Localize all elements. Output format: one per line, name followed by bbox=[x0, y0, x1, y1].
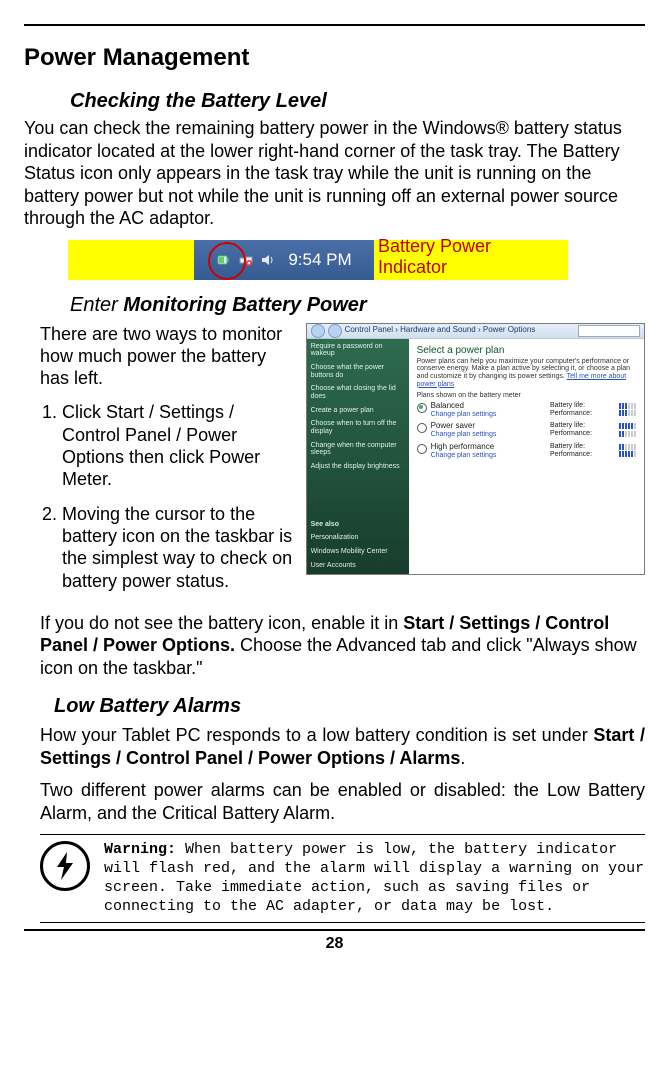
power-options-screenshot: Control Panel › Hardware and Sound › Pow… bbox=[306, 323, 645, 575]
system-tray: 9:54 PM bbox=[194, 240, 374, 280]
performance-label: Performance: bbox=[550, 430, 592, 438]
radio-icon bbox=[417, 423, 427, 433]
plan-name: Balanced bbox=[431, 402, 550, 411]
volume-icon bbox=[260, 252, 276, 268]
ss-shown-label: Plans shown on the battery meter bbox=[417, 392, 636, 400]
low-p1-post: . bbox=[460, 748, 465, 768]
tray-illustration: 9:54 PM Battery Power Indicator bbox=[68, 240, 568, 280]
low-p1-pre: How your Tablet PC responds to a low bat… bbox=[40, 725, 593, 745]
battery-life-label: Battery life: bbox=[550, 443, 585, 451]
top-divider bbox=[24, 24, 645, 26]
plan-col: Power saverChange plan settings bbox=[431, 422, 550, 438]
back-button-icon bbox=[311, 324, 325, 338]
step-1: Click Start / Settings / Control Panel /… bbox=[62, 401, 296, 490]
ss-main-title: Select a power plan bbox=[417, 345, 636, 356]
ss-titlebar: Control Panel › Hardware and Sound › Pow… bbox=[307, 324, 644, 339]
sidebar-item: Choose what closing the lid does bbox=[311, 385, 405, 400]
change-plan-link: Change plan settings bbox=[431, 431, 550, 439]
sidebar-item: Choose when to turn off the display bbox=[311, 420, 405, 435]
plan-name: High performance bbox=[431, 443, 550, 452]
page-title: Power Management bbox=[24, 44, 645, 72]
warning-body: When battery power is low, the battery i… bbox=[104, 841, 644, 914]
monitoring-steps: Click Start / Settings / Control Panel /… bbox=[40, 401, 296, 592]
sidebar-item: Choose what the power buttons do bbox=[311, 364, 405, 379]
enable-icon-paragraph: If you do not see the battery icon, enab… bbox=[40, 612, 645, 680]
sidebar-seealso-item: User Accounts bbox=[311, 562, 405, 570]
step-2: Moving the cursor to the battery icon on… bbox=[62, 503, 296, 592]
sidebar-seealso-item: Windows Mobility Center bbox=[311, 548, 405, 556]
ss-body: Require a password on wakeup Choose what… bbox=[307, 339, 644, 575]
sidebar-item: Adjust the display brightness bbox=[311, 463, 405, 471]
lightning-icon bbox=[53, 851, 77, 881]
monitoring-row: There are two ways to monitor how much p… bbox=[40, 323, 645, 604]
enable-pre: If you do not see the battery icon, enab… bbox=[40, 613, 403, 633]
bottom-divider bbox=[24, 929, 645, 931]
low-paragraph-1: How your Tablet PC responds to a low bat… bbox=[40, 724, 645, 769]
ss-main-desc: Power plans can help you maximize your c… bbox=[417, 358, 636, 389]
plan-meters: Battery life:Performance: bbox=[550, 422, 636, 437]
document-page: Power Management Checking the Battery Le… bbox=[0, 0, 669, 1066]
plan-meters: Battery life:Performance: bbox=[550, 402, 636, 417]
monitoring-text-col: There are two ways to monitor how much p… bbox=[40, 323, 296, 604]
plan-col: BalancedChange plan settings bbox=[431, 402, 550, 418]
sidebar-item: Create a power plan bbox=[311, 407, 405, 415]
warning-block: Warning: When battery power is low, the … bbox=[40, 834, 645, 923]
battery-life-label: Battery life: bbox=[550, 402, 585, 410]
battery-indicator-circle bbox=[208, 242, 246, 280]
section-heading-monitoring: Enter Monitoring Battery Power bbox=[70, 294, 645, 317]
plans-container: BalancedChange plan settingsBattery life… bbox=[417, 402, 636, 459]
performance-label: Performance: bbox=[550, 410, 592, 418]
plan-meters: Battery life:Performance: bbox=[550, 443, 636, 458]
plan-row: Power saverChange plan settingsBattery l… bbox=[417, 422, 636, 438]
enter-prefix: Enter bbox=[70, 294, 123, 316]
sidebar-seealso: See also bbox=[311, 521, 405, 529]
radio-icon bbox=[417, 403, 427, 413]
enter-bold: Monitoring Battery Power bbox=[123, 294, 366, 316]
tray-highlight-right: Battery Power Indicator bbox=[374, 240, 568, 280]
warning-icon bbox=[40, 841, 90, 891]
section-heading-low-battery: Low Battery Alarms bbox=[54, 695, 645, 718]
plan-col: High performanceChange plan settings bbox=[431, 443, 550, 459]
plan-name: Power saver bbox=[431, 422, 550, 431]
radio-icon bbox=[417, 444, 427, 454]
sidebar-item: Require a password on wakeup bbox=[311, 343, 405, 358]
ss-sidebar: Require a password on wakeup Choose what… bbox=[307, 339, 409, 575]
low-paragraph-2: Two different power alarms can be enable… bbox=[40, 779, 645, 824]
forward-button-icon bbox=[328, 324, 342, 338]
tray-clock: 9:54 PM bbox=[288, 250, 351, 270]
warning-label: Warning: bbox=[104, 841, 176, 858]
page-number: 28 bbox=[24, 935, 645, 953]
performance-label: Performance: bbox=[550, 451, 592, 459]
paragraph-checking: You can check the remaining battery powe… bbox=[24, 117, 645, 230]
change-plan-link: Change plan settings bbox=[431, 452, 550, 460]
search-input bbox=[578, 325, 640, 337]
ss-main: Select a power plan Power plans can help… bbox=[409, 339, 644, 575]
sidebar-seealso-item: Personalization bbox=[311, 534, 405, 542]
battery-life-label: Battery life: bbox=[550, 422, 585, 430]
indicator-label: Battery Power Indicator bbox=[378, 236, 564, 278]
breadcrumb: Control Panel › Hardware and Sound › Pow… bbox=[345, 326, 536, 335]
warning-text: Warning: When battery power is low, the … bbox=[104, 841, 645, 916]
section-heading-checking: Checking the Battery Level bbox=[70, 90, 645, 113]
tray-highlight-left bbox=[68, 240, 194, 280]
plan-row: High performanceChange plan settingsBatt… bbox=[417, 443, 636, 459]
sidebar-item: Change when the computer sleeps bbox=[311, 442, 405, 457]
change-plan-link: Change plan settings bbox=[431, 411, 550, 419]
monitoring-intro: There are two ways to monitor how much p… bbox=[40, 323, 296, 390]
plan-row: BalancedChange plan settingsBattery life… bbox=[417, 402, 636, 418]
